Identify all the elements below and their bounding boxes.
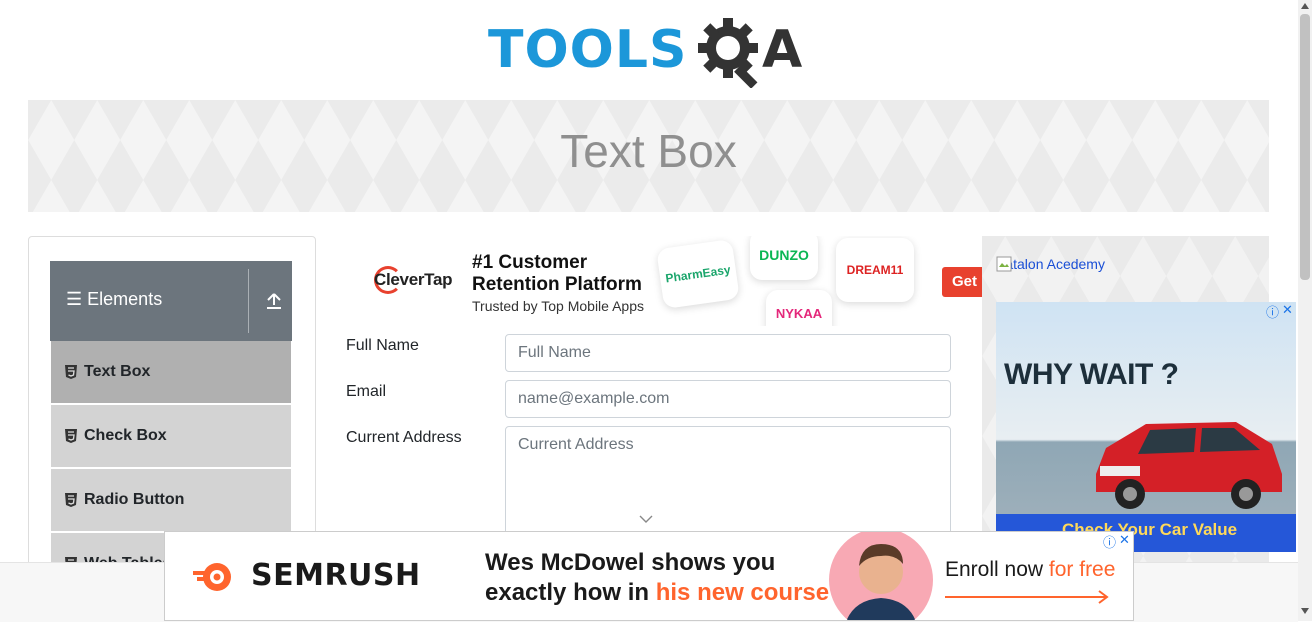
- group-title: ☰ Elements: [66, 289, 162, 310]
- right-ad-column: Katalon Acedemy ⓘ ✕ WHY WAIT ? Check You…: [982, 236, 1296, 562]
- email-input[interactable]: [505, 380, 951, 418]
- katalon-alt-text: Katalon Acedemy: [996, 256, 1105, 272]
- car-ad-headline: WHY WAIT ?: [1004, 358, 1179, 391]
- page-banner: Text Box: [28, 100, 1269, 212]
- get-button[interactable]: Get: [942, 267, 982, 297]
- ad-subline: Trusted by Top Mobile Apps: [472, 298, 644, 314]
- semrush-headline: Wes McDowel shows you exactly how in his…: [485, 548, 829, 608]
- headline-line-2-a: exactly how in: [485, 579, 656, 606]
- collapse-icon[interactable]: [264, 291, 284, 311]
- sidebar-item-label: Check Box: [84, 427, 167, 444]
- vertical-scrollbar[interactable]: [1298, 0, 1312, 621]
- semrush-brand: SEMRUSH: [251, 558, 421, 593]
- ad-headline: #1 Customer Retention Platform: [472, 252, 642, 296]
- person-icon: [846, 544, 916, 620]
- pharmeasy-tile: PharmEasy: [656, 239, 740, 309]
- divider: [248, 269, 249, 333]
- adchoices-icon[interactable]: ⓘ: [1266, 302, 1279, 321]
- dunzo-tile: DUNZO: [750, 236, 818, 280]
- sidebar-item-label: Text Box: [84, 363, 151, 380]
- group-title-label: Elements: [87, 289, 163, 309]
- html5-icon: [65, 365, 77, 379]
- hamburger-icon: ☰: [66, 289, 83, 309]
- adchoices-icon[interactable]: ⓘ: [1103, 532, 1116, 551]
- logo-text: TOOLS: [488, 20, 688, 80]
- nykaa-tile: NYKAA: [766, 290, 832, 326]
- arrow-right-icon[interactable]: [945, 590, 1111, 604]
- gear-magnifier-icon: [698, 18, 758, 88]
- headline-line-1: Wes McDowel shows you: [485, 549, 776, 576]
- elements-group-header[interactable]: ☰ Elements: [50, 261, 292, 341]
- dream11-tile: DREAM11: [836, 238, 914, 302]
- scroll-up-icon[interactable]: [1301, 3, 1309, 9]
- logo-tail: A: [762, 20, 803, 80]
- headline-line-2: exactly how in his new course: [485, 578, 829, 608]
- chevron-down-icon: [639, 515, 653, 523]
- broken-image-icon: [996, 256, 1012, 272]
- semrush-logo-icon: [193, 563, 231, 591]
- sidebar-item-radio-button[interactable]: Radio Button: [51, 469, 291, 533]
- semrush-ad[interactable]: ⓘ ✕ SEMRUSH Wes McDowel shows you exactl…: [164, 531, 1134, 621]
- html5-icon: [65, 493, 77, 507]
- html5-icon: [65, 429, 77, 443]
- red-suv-image: [1096, 422, 1282, 509]
- toolsqa-logo[interactable]: TOOLS A: [488, 14, 812, 90]
- enroll-text: Enroll now for free: [945, 558, 1115, 582]
- clevertap-brand: CleverTap: [374, 270, 453, 289]
- close-icon[interactable]: ✕: [1119, 532, 1130, 548]
- instructor-photo: [829, 532, 933, 620]
- close-icon[interactable]: ✕: [1282, 302, 1293, 318]
- current-address-label: Current Address: [346, 429, 462, 446]
- sidebar-item-label: Radio Button: [84, 491, 185, 508]
- full-name-label: Full Name: [346, 337, 419, 354]
- full-name-input[interactable]: [505, 334, 951, 372]
- email-label: Email: [346, 383, 387, 400]
- ad-headline-1: #1 Customer: [472, 252, 588, 273]
- scroll-down-icon[interactable]: [1301, 608, 1309, 614]
- scroll-thumb[interactable]: [1300, 14, 1310, 280]
- headline-line-2-b: his new course: [655, 579, 830, 606]
- katalon-ad-image[interactable]: Katalon Acedemy: [996, 256, 1105, 272]
- clevertap-ad[interactable]: CleverTap #1 Customer Retention Platform…: [346, 236, 982, 326]
- enroll-text-a: Enroll now: [945, 558, 1049, 581]
- car-ad[interactable]: ⓘ ✕ WHY WAIT ? Check Your Car Value: [996, 302, 1296, 552]
- ad-headline-2: Retention Platform: [472, 274, 642, 295]
- page-title: Text Box: [560, 125, 737, 177]
- enroll-text-b: for free: [1048, 558, 1116, 581]
- sidebar-item-text-box[interactable]: Text Box: [51, 341, 291, 405]
- sidebar-item-check-box[interactable]: Check Box: [51, 405, 291, 469]
- current-address-input[interactable]: [505, 426, 951, 536]
